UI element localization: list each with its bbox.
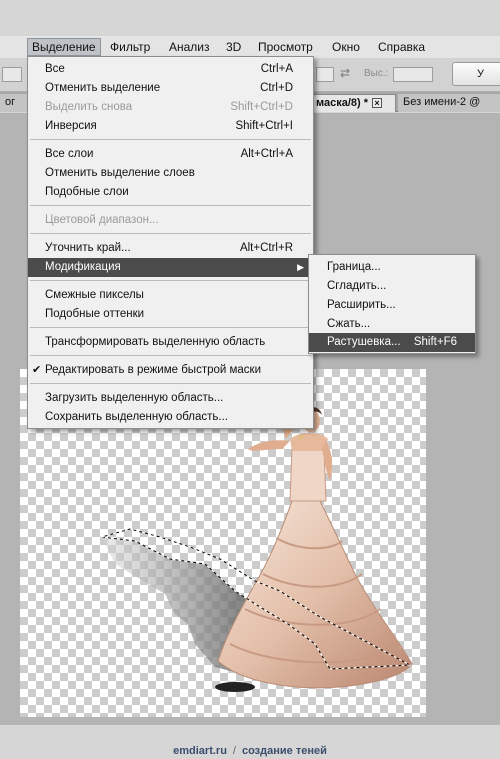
menu-item-label: Отменить выделение слоев: [45, 167, 195, 179]
height-label: Выс.:: [364, 68, 389, 79]
menu-item-grow[interactable]: Смежные пикселы: [28, 286, 313, 305]
option-field-left[interactable]: [2, 67, 22, 82]
menu-view[interactable]: Просмотр: [254, 38, 317, 56]
menu-item-all-layers[interactable]: Все слои Alt+Ctrl+A: [28, 145, 313, 164]
menu-analysis[interactable]: Анализ: [165, 38, 214, 56]
menu-bar: Выделение Фильтр Анализ 3D Просмотр Окно…: [0, 36, 500, 58]
menu-item-quick-mask[interactable]: ✔ Редактировать в режиме быстрой маски: [28, 361, 313, 380]
menu-item-deselect-layers[interactable]: Отменить выделение слоев: [28, 164, 313, 183]
menu-item-shortcut: Alt+Ctrl+A: [240, 148, 293, 160]
menu-item-deselect[interactable]: Отменить выделение Ctrl+D: [28, 79, 313, 98]
menu-item-label: Редактировать в режиме быстрой маски: [45, 364, 262, 376]
menu-item-label: Цветовой диапазон...: [45, 214, 159, 226]
height-field[interactable]: [393, 67, 433, 82]
menu-item-label: Все: [45, 63, 65, 75]
modify-submenu: Граница... Сгладить... Расширить... Сжат…: [308, 254, 476, 354]
menu-item-similar-layers[interactable]: Подобные слои: [28, 183, 313, 202]
footer-separator: /: [232, 745, 236, 757]
menu-item-label: Смежные пикселы: [45, 289, 144, 301]
menu-item-select-all[interactable]: Все Ctrl+A: [28, 60, 313, 79]
menu-item-label: Отменить выделение: [45, 82, 161, 94]
menu-item-modify[interactable]: Модификация ▶: [28, 258, 313, 277]
menu-help[interactable]: Справка: [374, 38, 429, 56]
menu-separator: [30, 383, 311, 384]
menu-item-label: Все слои: [45, 148, 94, 160]
submenu-item-shortcut: Shift+F6: [413, 336, 457, 348]
swap-icon[interactable]: ⇄: [340, 66, 354, 80]
menu-item-save-selection[interactable]: Сохранить выделенную область...: [28, 408, 313, 427]
dress-skirt: [217, 500, 413, 689]
menu-item-label: Уточнить край...: [45, 242, 131, 254]
tab-active-label: маска/8) *: [316, 97, 369, 109]
menu-item-refine-edge[interactable]: Уточнить край... Alt+Ctrl+R: [28, 239, 313, 258]
menu-separator: [30, 355, 311, 356]
menu-item-label: Загрузить выделенную область...: [45, 392, 224, 404]
menu-3d[interactable]: 3D: [222, 38, 245, 56]
menu-item-inverse[interactable]: Инверсия Shift+Ctrl+I: [28, 117, 313, 136]
footer-topic-link[interactable]: создание теней: [242, 745, 327, 757]
menu-item-label: Сохранить выделенную область...: [45, 411, 228, 423]
menu-item-color-range: Цветовой диапазон...: [28, 211, 313, 230]
menu-separator: [30, 233, 311, 234]
dress-bodice: [289, 448, 327, 502]
menu-item-label: Выделить снова: [45, 101, 133, 113]
tab-untitled-2[interactable]: Без имени-2 @: [398, 94, 500, 112]
menu-selection[interactable]: Выделение: [27, 38, 101, 56]
menu-item-transform-selection[interactable]: Трансформировать выделенную область: [28, 333, 313, 352]
menu-item-label: Инверсия: [45, 120, 97, 132]
menu-item-load-selection[interactable]: Загрузить выделенную область...: [28, 389, 313, 408]
menu-separator: [30, 280, 311, 281]
figure-shoulders: [290, 433, 328, 451]
figure-arm-raised: [248, 440, 290, 451]
dress-base-shadow: [215, 682, 255, 692]
submenu-item-contract[interactable]: Сжать...: [309, 315, 475, 334]
menu-item-label: Подобные оттенки: [45, 308, 145, 320]
menu-item-shortcut: Shift+Ctrl+I: [235, 120, 293, 132]
menu-item-label: Модификация: [45, 261, 121, 273]
menu-separator: [30, 139, 311, 140]
menu-item-shortcut: Alt+Ctrl+R: [239, 242, 293, 254]
menu-window[interactable]: Окно: [328, 38, 364, 56]
width-field[interactable]: [316, 67, 334, 82]
submenu-item-expand[interactable]: Расширить...: [309, 296, 475, 315]
menu-item-reselect: Выделить снова Shift+Ctrl+D: [28, 98, 313, 117]
close-icon[interactable]: ×: [372, 98, 383, 109]
menu-separator: [30, 205, 311, 206]
selection-dropdown-menu: Все Ctrl+A Отменить выделение Ctrl+D Выдел…: [27, 56, 314, 429]
menu-item-shortcut: Ctrl+D: [260, 82, 293, 94]
refine-button[interactable]: У: [452, 62, 500, 86]
submenu-arrow-icon: ▶: [297, 262, 304, 272]
menu-item-shortcut: Shift+Ctrl+D: [230, 101, 293, 113]
tab-active-document[interactable]: маска/8) * ×: [310, 94, 396, 112]
submenu-item-label: Растушевка...: [327, 336, 401, 348]
menu-item-shortcut: Ctrl+A: [260, 63, 293, 75]
checkmark-icon: ✔: [32, 364, 42, 376]
page-footer: emdiart.ru / создание теней: [0, 745, 500, 757]
submenu-item-smooth[interactable]: Сгладить...: [309, 277, 475, 296]
figure-necklace: [299, 435, 303, 439]
menu-item-label: Подобные слои: [45, 186, 129, 198]
menu-filter[interactable]: Фильтр: [106, 38, 154, 56]
footer-site-link[interactable]: emdiart.ru: [173, 745, 227, 757]
submenu-item-feather[interactable]: Растушевка... Shift+F6: [309, 333, 475, 352]
submenu-item-border[interactable]: Граница...: [309, 258, 475, 277]
menu-separator: [30, 327, 311, 328]
menu-item-label: Трансформировать выделенную область: [45, 336, 266, 348]
menu-item-similar[interactable]: Подобные оттенки: [28, 305, 313, 324]
